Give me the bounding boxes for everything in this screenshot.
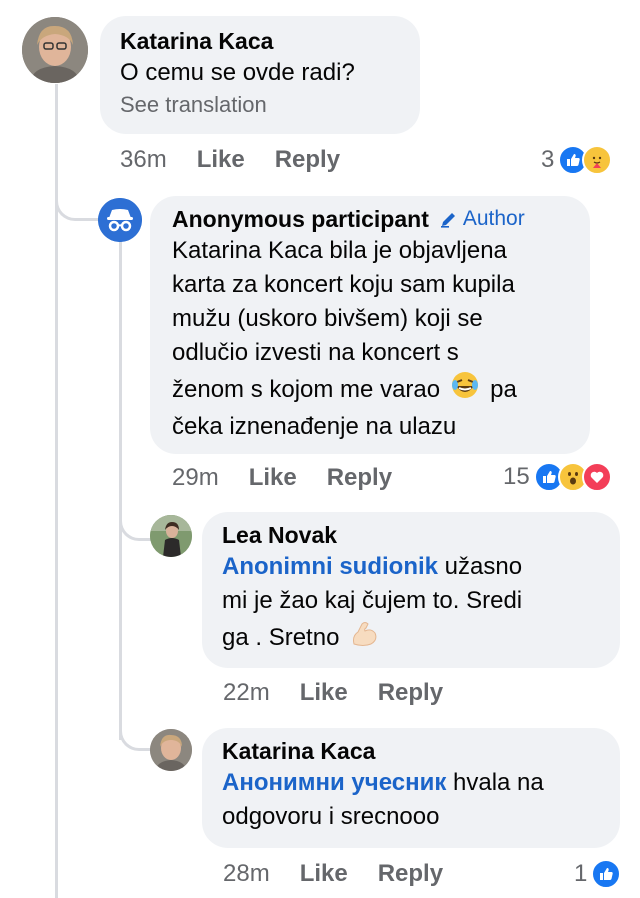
comment-line: Katarina Kaca bila je objavljena [172,237,507,264]
reply-button[interactable]: Reply [275,146,340,173]
comment-line-emoji: ga . Sretno [222,618,600,658]
comment-text: Анонимни учесник hvala na odgovoru i sre… [222,766,600,834]
comment-line: odlučio izvesti na koncert s [172,339,459,366]
comment-line: Anonimni sudionik užasno [222,553,523,580]
comment-author[interactable]: Lea Novak [222,520,600,550]
comment-text: O cemu se ovde radi? [120,59,355,86]
comment-author-row: Anonymous participant Author [172,204,568,234]
reaction-count: 3 [541,146,555,173]
comment-time[interactable]: 36m [120,146,167,173]
comment-meta: 22m Like Reply [223,678,443,708]
reply-button[interactable]: Reply [378,679,443,706]
thread-connector-3 [119,710,154,751]
comment-meta: 29m Like Reply [172,463,392,493]
comment-bubble: Katarina Kaca Анонимни учесник hvala na … [202,728,620,848]
reaction-summary[interactable]: 15 [503,462,612,492]
comment-author[interactable]: Anonymous participant [172,204,429,234]
thread-connector-2 [119,500,154,541]
comment-line: karta za koncert koju sam kupila [172,271,515,298]
comment-line: čeka iznenađenje na ulazu [172,413,457,440]
comment-bubble: Lea Novak Anonimni sudionik užasno mi je… [202,512,620,668]
comment-meta: 28m Like Reply [223,859,443,889]
pencil-icon [440,213,455,228]
mention-link[interactable]: Анонимни учесник [222,769,446,796]
comment-author[interactable]: Katarina Kaca [120,26,400,56]
comment-text: Katarina Kaca bila je objavljena karta z… [172,234,568,444]
reaction-summary[interactable]: 3 [541,145,613,175]
like-reaction-icon [591,859,622,889]
flexed-biceps-emoji-icon [349,618,379,658]
comment-time[interactable]: 22m [223,679,270,706]
laughing-crying-emoji-icon [450,370,480,410]
comment-line: odgovoru i srecnooo [222,803,440,830]
comment-bubble: Anonymous participant Author Katarina Ka… [150,196,590,454]
anonymous-avatar[interactable] [98,198,142,242]
like-button[interactable]: Like [197,146,245,173]
like-button[interactable]: Like [300,860,348,887]
like-button[interactable]: Like [300,679,348,706]
love-reaction-icon [581,462,612,492]
comment-text: Anonimni sudionik užasno mi je žao kaj č… [222,550,600,658]
care-reaction-icon [582,145,613,175]
mention-link[interactable]: Anonimni sudionik [222,553,438,580]
comment-line: mi je žao kaj čujem to. Sredi [222,587,523,614]
thread-line-replies [119,240,122,740]
comment-line: Анонимни учесник hvala na [222,769,544,796]
comment-bubble: Katarina Kaca O cemu se ovde radi? See t… [100,16,420,134]
incognito-icon [98,198,142,242]
comment-author[interactable]: Katarina Kaca [222,736,600,766]
avatar[interactable] [150,515,192,557]
comment-line-emoji: ženom s kojom me varao pa [172,370,568,410]
see-translation-link[interactable]: See translation [120,90,400,120]
comment-time[interactable]: 28m [223,860,270,887]
reaction-count: 15 [503,463,530,490]
reply-button[interactable]: Reply [378,860,443,887]
avatar[interactable] [150,729,192,771]
comment-line: mužu (uskoro bivšem) koji se [172,305,483,332]
comment-meta: 36m Like Reply [120,145,340,175]
author-badge: Author [439,204,525,234]
author-badge-label: Author [462,207,525,230]
comment-time[interactable]: 29m [172,464,219,491]
reaction-summary[interactable]: 1 [574,859,622,889]
like-button[interactable]: Like [249,464,297,491]
reply-button[interactable]: Reply [327,464,392,491]
reaction-count: 1 [574,860,588,887]
avatar[interactable] [22,17,88,83]
